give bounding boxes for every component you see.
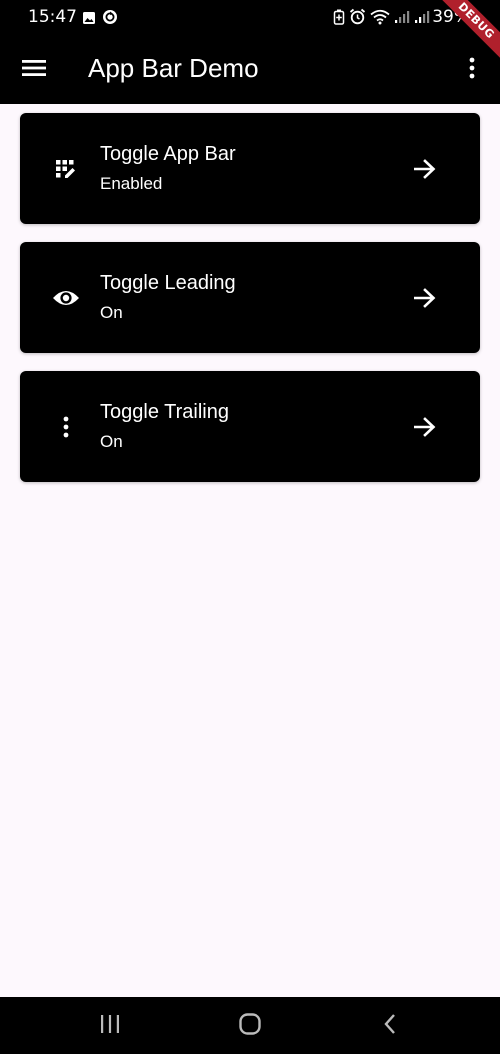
status-time: 15:47 <box>28 7 77 27</box>
alarm-icon <box>349 8 366 29</box>
card-toggle-trailing[interactable]: Toggle Trailing On <box>20 371 480 482</box>
app-registration-icon <box>52 155 80 183</box>
card-subtitle: Enabled <box>100 174 163 193</box>
arrow-forward-icon[interactable] <box>412 414 438 440</box>
card-subtitle: On <box>100 432 123 451</box>
status-left-icons <box>82 9 118 29</box>
app-bar: App Bar Demo <box>0 36 500 104</box>
card-subtitle: On <box>100 303 123 322</box>
home-button[interactable] <box>235 1011 265 1041</box>
menu-icon <box>22 59 46 81</box>
card-title: Toggle Trailing <box>100 401 229 423</box>
signal-icon <box>394 9 410 28</box>
home-icon <box>238 1012 262 1040</box>
back-button[interactable] <box>375 1011 405 1041</box>
recent-apps-icon <box>99 1014 121 1038</box>
arrow-forward-icon[interactable] <box>412 285 438 311</box>
sync-icon <box>102 9 118 29</box>
arrow-forward-icon[interactable] <box>412 156 438 182</box>
card-title: Toggle App Bar <box>100 143 236 165</box>
image-icon <box>82 10 96 29</box>
card-toggle-leading[interactable]: Toggle Leading On <box>20 242 480 353</box>
more-options-button[interactable] <box>460 50 484 90</box>
wifi-icon <box>370 9 390 29</box>
app-title: App Bar Demo <box>88 53 259 83</box>
recent-apps-button[interactable] <box>95 1011 125 1041</box>
more-vert-icon <box>469 57 475 83</box>
status-bar: 15:47 39% <box>0 0 500 36</box>
more-vert-icon <box>52 413 80 441</box>
menu-button[interactable] <box>14 50 54 90</box>
system-nav-bar <box>0 997 500 1054</box>
signal-icon <box>414 9 430 28</box>
back-icon <box>382 1013 398 1039</box>
visibility-icon <box>52 284 80 312</box>
status-right-icons <box>333 8 430 29</box>
battery-saver-icon <box>333 9 345 29</box>
card-toggle-app-bar[interactable]: Toggle App Bar Enabled <box>20 113 480 224</box>
card-title: Toggle Leading <box>100 272 236 294</box>
